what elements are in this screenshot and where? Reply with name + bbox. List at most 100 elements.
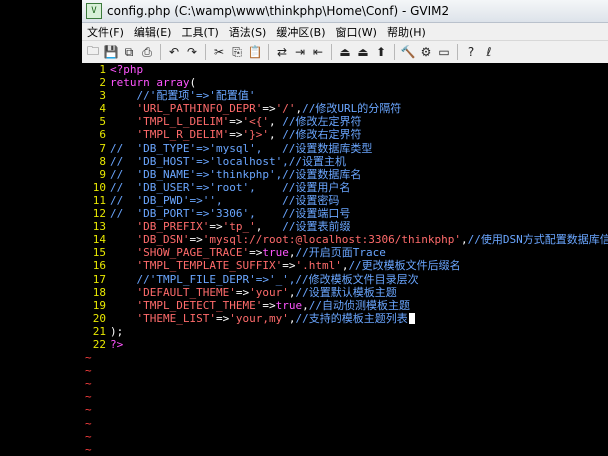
editor-area[interactable]: 1 <?php 2 return array(3 //'配置项'=>'配置值' 4 'U…: [82, 63, 608, 456]
tilde-marker: ~: [85, 442, 92, 456]
code-token: =>: [262, 298, 276, 312]
code-text: 'SHOW_PAGE_TRACE'=>true,//开启页面Trace: [110, 246, 608, 259]
code-line[interactable]: 20 'THEME_LIST'=>'your,my',//支持的模板主题列表: [82, 312, 608, 325]
code-line[interactable]: 6 'TMPL_R_DELIM'=>'}>', //修改右定界符: [82, 128, 608, 141]
redo-icon[interactable]: ↷: [184, 44, 200, 60]
code-line[interactable]: 18 'DEFAULT_THEME'=>'your',//设置默认模板主题: [82, 286, 608, 299]
code-line[interactable]: 3 //'配置项'=>'配置值': [82, 89, 608, 102]
code-line[interactable]: 13 'DB_PREFIX'=>'tp_', //设置表前缀: [82, 220, 608, 233]
code-line[interactable]: 2 return array(: [82, 76, 608, 89]
line-number: 17: [92, 272, 106, 286]
title-bar[interactable]: V config.php (C:\wamp\www\thinkphp\Home\…: [82, 0, 608, 23]
vim-icon[interactable]: V: [86, 3, 102, 19]
line-number: 3: [99, 89, 106, 103]
load-session-icon[interactable]: ⏏: [337, 44, 353, 60]
tilde-marker: ~: [85, 390, 92, 404]
code-token: 'TMPL_DETECT_THEME': [136, 298, 263, 312]
save-all-icon[interactable]: ⧉: [121, 44, 137, 60]
line-number: 12: [92, 207, 106, 221]
find-next-icon[interactable]: ⇥: [292, 44, 308, 60]
code-token: ,: [302, 298, 309, 312]
line-number: 15: [92, 246, 106, 260]
menu-item[interactable]: 缓冲区(B): [271, 24, 330, 40]
code-token: =>: [249, 246, 263, 260]
code-line[interactable]: 19 'TMPL_DETECT_THEME'=>true,//自动侦测模板主题: [82, 299, 608, 312]
code-line[interactable]: 15 'SHOW_PAGE_TRACE'=>true,//开启页面Trace: [82, 246, 608, 259]
toolbar-separator: [394, 44, 395, 60]
code-line[interactable]: 4 'URL_PATHINFO_DEPR'=>'/',//修改URL的分隔符: [82, 102, 608, 115]
window-title: config.php (C:\wamp\www\thinkphp\Home\Co…: [107, 4, 450, 18]
code-token: //开启页面Trace: [295, 246, 386, 260]
copy-icon[interactable]: ⎘: [229, 44, 245, 60]
paste-icon[interactable]: 📋: [247, 44, 263, 60]
line-number: 2: [99, 76, 106, 90]
code-text: <?php: [110, 63, 608, 76]
line-number: 14: [92, 233, 106, 247]
empty-buffer-line: ~: [82, 351, 608, 364]
code-line[interactable]: 14 'DB_DSN'=>'mysql://root:@localhost:33…: [82, 233, 608, 246]
code-line[interactable]: 1 <?php: [82, 63, 608, 76]
code-token: //更改模板文件后缀名: [348, 259, 461, 273]
line-number: 7: [99, 141, 106, 155]
make-icon[interactable]: 🔨: [400, 44, 416, 60]
code-line[interactable]: 22 ?>: [82, 338, 608, 351]
code-token: );: [110, 324, 124, 338]
code-line[interactable]: 12 // 'DB_PORT'=>'3306', //设置端口号: [82, 207, 608, 220]
menu-item[interactable]: 帮助(H): [382, 24, 431, 40]
code-token: //设置表前缀: [282, 220, 351, 234]
code-token: '}>': [242, 128, 269, 142]
code-text: 'DB_DSN'=>'mysql://root:@localhost:3306/…: [110, 233, 608, 246]
find-prev-icon[interactable]: ⇤: [310, 44, 326, 60]
code-text: // 'DB_NAME'=>'thinkphp',//设置数据库名: [110, 168, 608, 181]
run-script-icon[interactable]: ⬆: [373, 44, 389, 60]
code-token: '/': [275, 102, 296, 116]
code-token: ?>: [110, 337, 124, 351]
code-token: // 'DB_PORT'=>'3306', //设置端口号: [110, 207, 351, 221]
shell-icon[interactable]: ⚙: [418, 44, 434, 60]
code-line[interactable]: 8 // 'DB_HOST'=>'localhost',//设置主机: [82, 155, 608, 168]
code-token: 'TMPL_L_DELIM': [136, 115, 230, 129]
code-token: //支持的模板主题列表: [295, 311, 408, 325]
code-text: 'DB_PREFIX'=>'tp_', //设置表前缀: [110, 220, 608, 233]
menu-item[interactable]: 文件(F): [82, 24, 129, 40]
empty-buffer-line: ~: [82, 390, 608, 403]
toolbar-separator: [160, 44, 161, 60]
save-icon[interactable]: 💾: [103, 44, 119, 60]
menu-item[interactable]: 工具(T): [176, 24, 223, 40]
code-line[interactable]: 9 // 'DB_NAME'=>'thinkphp',//设置数据库名: [82, 168, 608, 181]
code-token: 'SHOW_PAGE_TRACE': [136, 246, 250, 260]
code-line[interactable]: 11 // 'DB_PWD'=>'', //设置密码: [82, 194, 608, 207]
code-text: 'DEFAULT_THEME'=>'your',//设置默认模板主题: [110, 286, 608, 299]
code-token: return array: [110, 76, 190, 90]
cut-icon[interactable]: ✂: [211, 44, 227, 60]
code-line[interactable]: 16 'TMPL_TEMPLATE_SUFFIX'=>'.html',//更改模…: [82, 259, 608, 272]
help-icon[interactable]: ?: [463, 44, 479, 60]
code-line[interactable]: 17 //'TMPL_FILE_DEPR'=>'_',//修改模板文件目录层次: [82, 273, 608, 286]
save-session-icon[interactable]: ⏏: [355, 44, 371, 60]
code-token: =>: [235, 285, 250, 299]
code-line[interactable]: 10 // 'DB_USER'=>'root', //设置用户名: [82, 181, 608, 194]
code-token: '.html': [295, 259, 342, 273]
code-token: 'TMPL_TEMPLATE_SUFFIX': [136, 259, 283, 273]
code-token: //自动侦测模板主题: [308, 298, 410, 312]
code-text: // 'DB_PORT'=>'3306', //设置端口号: [110, 207, 608, 220]
code-line[interactable]: 7 // 'DB_TYPE'=>'mysql', //设置数据库类型: [82, 142, 608, 155]
code-token: '<{': [242, 115, 269, 129]
code-line[interactable]: 5 'TMPL_L_DELIM'=>'<{', //修改左定界符: [82, 115, 608, 128]
print-icon[interactable]: ⎙: [139, 44, 155, 60]
replace-icon[interactable]: ⇄: [274, 44, 290, 60]
code-text: //'TMPL_FILE_DEPR'=>'_',//修改模板文件目录层次: [110, 273, 608, 286]
open-icon[interactable]: 🗀: [85, 44, 101, 60]
code-text: ?>: [110, 338, 608, 351]
code-token: =>: [189, 233, 203, 247]
code-line[interactable]: 21);: [82, 325, 608, 338]
menu-item[interactable]: 编辑(E): [129, 24, 177, 40]
tags-icon[interactable]: ▭: [436, 44, 452, 60]
menu-item[interactable]: 窗口(W): [331, 24, 382, 40]
tilde-marker: ~: [85, 403, 92, 417]
find-help-icon[interactable]: ℓ: [481, 44, 497, 60]
menu-item[interactable]: 语法(S): [224, 24, 272, 40]
undo-icon[interactable]: ↶: [166, 44, 182, 60]
